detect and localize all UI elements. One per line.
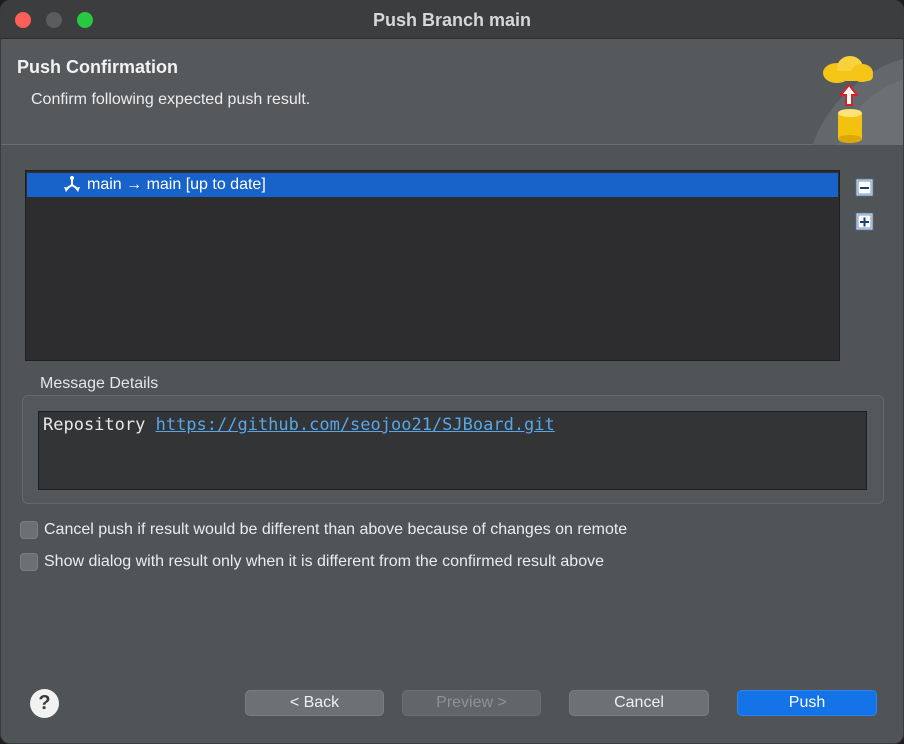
message-prefix: Repository bbox=[43, 415, 156, 435]
message-details-label: Message Details bbox=[40, 375, 159, 392]
show-dialog-option[interactable]: Show dialog with result only when it is … bbox=[20, 553, 604, 571]
page-title: Push Confirmation bbox=[17, 57, 178, 77]
push-result-tree[interactable]: main → main [up to date] bbox=[25, 170, 840, 361]
show-dialog-label[interactable]: Show dialog with result only when it is … bbox=[44, 553, 604, 571]
cancel-push-option[interactable]: Cancel push if result would be different… bbox=[20, 521, 627, 539]
back-button[interactable]: < Back bbox=[245, 690, 384, 716]
tree-item-main[interactable]: main → main [up to date] bbox=[27, 173, 838, 197]
page-description: Confirm following expected push result. bbox=[31, 91, 311, 108]
cancel-button[interactable]: Cancel bbox=[569, 690, 709, 716]
show-dialog-checkbox[interactable] bbox=[20, 553, 38, 571]
tree-item-label: main → main [up to date] bbox=[87, 176, 266, 193]
branch-push-icon bbox=[64, 176, 80, 192]
push-to-cloud-icon bbox=[813, 56, 903, 145]
window-title: Push Branch main bbox=[372, 10, 532, 30]
cancel-push-checkbox[interactable] bbox=[20, 521, 38, 539]
expand-all-icon[interactable] bbox=[855, 212, 875, 232]
push-branch-dialog: Push Branch main Push Confirmation Confi… bbox=[0, 0, 904, 744]
title-bar[interactable]: Push Branch main bbox=[1, 1, 903, 39]
help-icon[interactable]: ? bbox=[30, 689, 59, 718]
cancel-push-label[interactable]: Cancel push if result would be different… bbox=[44, 521, 627, 539]
push-button[interactable]: Push bbox=[737, 690, 877, 716]
preview-button[interactable]: Preview > bbox=[402, 690, 541, 716]
wizard-header: Push Confirmation Confirm following expe… bbox=[1, 39, 903, 145]
repository-link[interactable]: https://github.com/seojoo21/SJBoard.git bbox=[156, 415, 555, 435]
collapse-all-icon[interactable] bbox=[855, 178, 875, 198]
message-details-text[interactable]: Repository https://github.com/seojoo21/S… bbox=[38, 411, 867, 490]
